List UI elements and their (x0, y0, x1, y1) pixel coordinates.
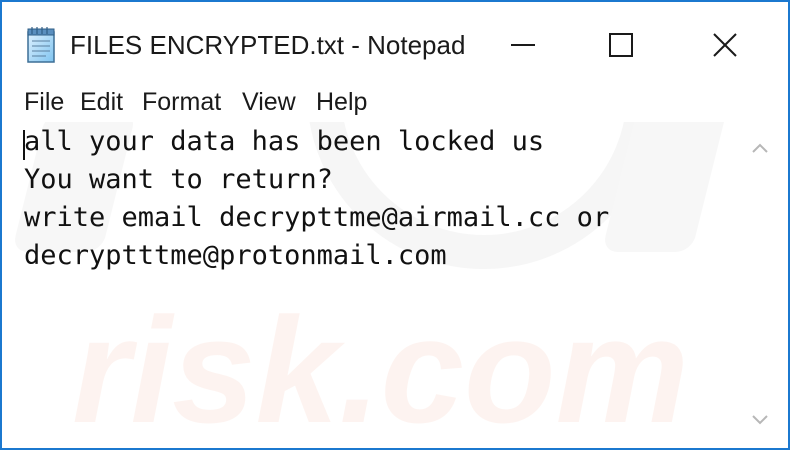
watermark-text: risk.com (72, 286, 689, 438)
scroll-track[interactable] (742, 166, 778, 400)
notepad-window: FILES ENCRYPTED.txt - Notepad File Edit … (0, 0, 790, 450)
scroll-up-button[interactable] (742, 130, 778, 166)
vertical-scrollbar[interactable] (742, 124, 778, 438)
document-line: decryptttme@protonmail.com (24, 240, 447, 271)
menu-edit[interactable]: Edit (80, 88, 123, 117)
menu-file[interactable]: File (24, 88, 64, 117)
scroll-up-arrow-icon (752, 143, 768, 153)
document-line: You want to return? (24, 164, 333, 195)
menu-help[interactable]: Help (316, 88, 367, 117)
title-bar[interactable]: FILES ENCRYPTED.txt - Notepad (2, 2, 788, 82)
close-button[interactable] (688, 16, 762, 74)
text-editor-area[interactable]: risk.com all your data has been locked u… (14, 122, 742, 438)
maximize-button[interactable] (584, 16, 658, 74)
menu-view[interactable]: View (242, 88, 296, 117)
maximize-icon (609, 33, 633, 57)
close-icon (713, 33, 737, 57)
minimize-icon (511, 44, 535, 46)
document-line: write email decrypttme@airmail.cc or (24, 202, 610, 233)
menu-bar: File Edit Format View Help (2, 84, 788, 122)
window-title: FILES ENCRYPTED.txt - Notepad (70, 30, 466, 60)
menu-format[interactable]: Format (142, 88, 221, 117)
notepad-icon (24, 26, 58, 64)
scroll-down-arrow-icon (752, 415, 768, 425)
scroll-down-button[interactable] (742, 402, 778, 438)
minimize-button[interactable] (486, 16, 560, 74)
document-line: all your data has been locked us (24, 126, 545, 157)
